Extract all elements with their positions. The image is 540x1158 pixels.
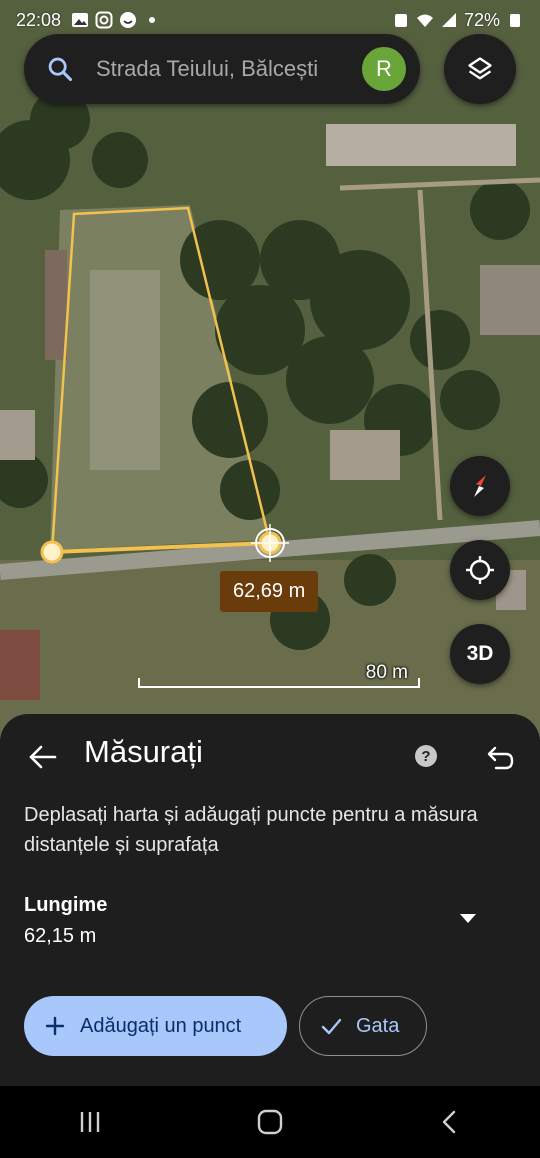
system-nav-bar: [0, 1086, 540, 1158]
my-location-icon: [466, 556, 494, 584]
add-point-label: Adăugați un punct: [80, 1014, 242, 1037]
check-icon: [321, 1018, 342, 1035]
length-label: Lungime: [24, 894, 108, 916]
compass-button[interactable]: [450, 456, 510, 516]
sheet-title: Măsurați: [84, 734, 203, 769]
done-button[interactable]: Gata: [299, 996, 427, 1056]
home-button[interactable]: [240, 1098, 300, 1146]
layers-icon: [468, 57, 492, 80]
dropdown-icon[interactable]: [454, 908, 482, 928]
image-icon: [72, 13, 89, 27]
notification-icons: [71, 11, 161, 29]
scale-ruler: [138, 678, 420, 688]
my-location-button[interactable]: [450, 540, 510, 600]
instagram-icon: [95, 11, 113, 29]
measure-point: [40, 540, 64, 564]
avatar[interactable]: R: [362, 47, 406, 91]
plus-icon: [45, 1016, 65, 1036]
system-icons: 72%: [392, 10, 524, 31]
battery-icon: [510, 14, 520, 27]
add-point-button[interactable]: Adăugați un punct: [24, 996, 287, 1056]
layers-button[interactable]: [444, 34, 516, 104]
3d-button[interactable]: 3D: [450, 624, 510, 684]
undo-icon[interactable]: [484, 742, 514, 772]
satellite-imagery: [0, 0, 540, 740]
back-arrow-icon[interactable]: [26, 740, 60, 774]
home-icon: [257, 1109, 283, 1135]
instructions-text: Deplasați harta și adăugați puncte pentr…: [24, 804, 478, 856]
search-bar[interactable]: Strada Teiului, Bălcești R: [24, 34, 420, 104]
emoji-icon: [120, 12, 137, 28]
recents-icon: [80, 1112, 100, 1132]
back-button[interactable]: [420, 1098, 480, 1146]
dot-icon: [149, 17, 156, 23]
done-label: Gata: [356, 1014, 400, 1037]
measure-sheet: Măsurați ? Deplasați harta și adăugați p…: [0, 714, 540, 1086]
compass-icon: [474, 475, 486, 497]
wifi-icon: [416, 14, 433, 27]
recents-button[interactable]: [60, 1098, 120, 1146]
segment-distance-label: 62,69 m: [220, 571, 319, 612]
scale-bar: 80 m: [138, 660, 420, 690]
length-value: 62,15 m: [24, 925, 97, 947]
alarm-icon: [394, 14, 407, 27]
battery-percent: 72%: [463, 9, 500, 30]
satellite-map[interactable]: 22:08 72% Strada Teiului, Bălcești R 3D …: [0, 0, 540, 740]
search-icon: [48, 57, 73, 82]
help-icon[interactable]: ?: [414, 744, 438, 768]
search-query[interactable]: Strada Teiului, Bălcești: [96, 56, 362, 82]
back-icon: [442, 1110, 456, 1134]
status-time: 22:08: [16, 9, 62, 30]
signal-icon: [441, 13, 456, 27]
svg-text:?: ?: [421, 748, 430, 765]
